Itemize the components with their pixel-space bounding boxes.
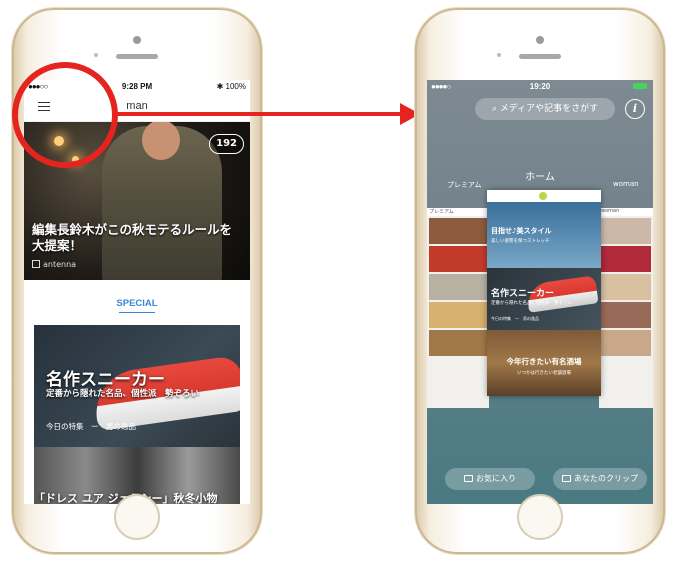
section-underline [119,312,155,313]
count-badge: 192 [209,134,244,154]
thumb-image [601,274,651,300]
camera [133,36,141,44]
hero-source: antenna [32,260,76,269]
side-card-label: woman [599,208,653,216]
speaker [519,54,561,59]
thumb-image [601,302,651,328]
info-icon[interactable]: i [625,99,645,119]
card-section-subtitle: 美しい姿勢を保つストレッチ [491,239,550,244]
card-section-sneaker[interactable]: 名作スニーカー 定番から隠れた名品、個性派 勢ぞろい 今日の特集 ー 男の逸品 [487,268,601,330]
card-section-title: 名作スニーカー [491,289,555,299]
card-section-tag: 今日の特集 ー 男の逸品 [491,316,539,321]
search-placeholder: メディアや記事をさがす [499,104,599,114]
camera [536,36,544,44]
thumb-image [429,330,487,356]
feature-tag: 今日の特集 ー 男の逸品 [46,422,136,431]
search-icon: ⌕ [491,104,497,114]
feature-subtitle: 定番から隠れた名品、個性派 勢ぞろい [46,389,200,399]
card-section-bar[interactable]: 今年行きたい有名酒場 いつかは行きたい老舗酒場 [487,330,601,396]
tab-woman[interactable]: woman [613,180,639,188]
thumb-image [601,218,651,244]
thumb-image [429,246,487,272]
side-card-label: プレミアム [427,208,489,216]
clips-label: あなたのクリップ [574,474,638,483]
card-section-title: 目指せ♪美スタイル [491,227,552,235]
hero-source-label: antenna [43,260,77,269]
clip-icon [562,475,571,482]
screen-right: ●●●●○ 19:20 ⌕ メディアや記事をさがす i ホーム プレミアム wo… [427,80,653,504]
speaker [116,54,158,59]
battery-indicator: ✱ 100% [216,82,246,91]
thumb-image [429,218,487,244]
home-button[interactable] [114,494,160,540]
battery-icon [633,83,647,89]
card-header [487,190,601,202]
card-section-title: 今年行きたい有名酒場 [506,357,582,366]
favorites-label: お気に入り [476,474,516,483]
sensor [497,53,501,57]
thumb-image [601,246,651,272]
thumb-image [429,274,487,300]
sensor [94,53,98,57]
phone-right: ●●●●○ 19:20 ⌕ メディアや記事をさがす i ホーム プレミアム wo… [415,8,665,554]
status-time: 19:20 [529,82,551,91]
side-card-woman[interactable]: woman [599,208,653,408]
home-card[interactable]: 目指せ♪美スタイル 美しい姿勢を保つストレッチ 名作スニーカー 定番から隠れた名… [487,190,601,396]
card-section-style[interactable]: 目指せ♪美スタイル 美しい姿勢を保つストレッチ [487,202,601,268]
tab-premium[interactable]: プレミアム [447,180,482,190]
favorites-icon [464,475,473,482]
status-bar: ●●●●○ 19:20 [427,80,653,94]
hero-title: 編集長鈴木がこの秋モテるルールを大提案！ [32,222,233,253]
favorites-button[interactable]: お気に入り [445,468,535,490]
side-card-premium[interactable]: プレミアム [427,208,489,408]
home-button[interactable] [517,494,563,540]
highlight-circle [12,62,118,168]
card-section-subtitle: いつかは行きたい老舗酒場 [517,371,571,376]
source-icon [32,260,40,268]
page-dot-icon [539,192,547,200]
arrow-line [117,112,401,116]
section-label[interactable]: SPECIAL [24,298,250,309]
thumb-image [601,330,651,356]
card-section-subtitle: 定番から隠れた名品、個性派 勢ぞろい [491,301,572,306]
clips-button[interactable]: あなたのクリップ [553,468,647,490]
feature-article[interactable]: 名作スニーカー 定番から隠れた名品、個性派 勢ぞろい 今日の特集 ー 男の逸品 [34,325,240,447]
thumb-image [429,302,487,328]
search-input[interactable]: ⌕ メディアや記事をさがす [475,98,615,120]
